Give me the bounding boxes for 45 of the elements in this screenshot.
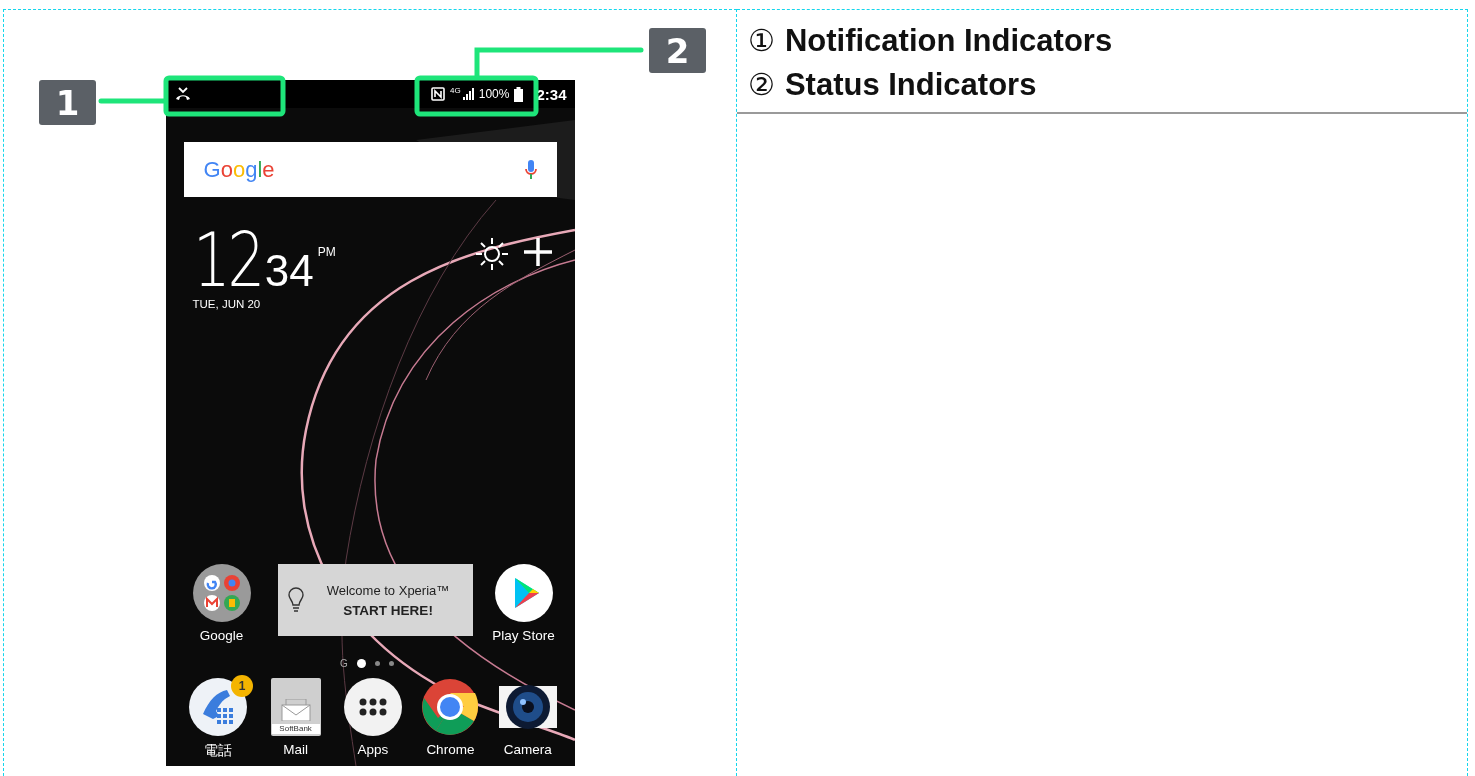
app-grid-icon[interactable]: [344, 678, 402, 736]
page-dot[interactable]: [388, 661, 394, 666]
browser-logo-icon[interactable]: [421, 678, 480, 736]
lightbulb-icon: [287, 587, 304, 613]
notification-badge: 1: [231, 675, 254, 697]
nfc-icon: [431, 87, 446, 101]
sun-icon[interactable]: [474, 237, 509, 271]
app-label: Camera: [503, 742, 552, 757]
search-logo: Google: [203, 156, 276, 183]
microphone-icon[interactable]: [524, 159, 537, 180]
app-label: Mail: [283, 742, 308, 757]
app-label: Play Store: [492, 628, 555, 643]
leader-line: [98, 98, 167, 104]
app-label: Apps: [357, 742, 389, 757]
legend-label: Notification Indicators: [784, 22, 1113, 60]
search-bar[interactable]: Google: [183, 142, 557, 197]
clock-hour: 12: [192, 227, 262, 293]
status-time: 2:34: [536, 85, 567, 103]
welcome-title: Welcome to Xperia™: [326, 582, 450, 598]
network-type: 4G: [450, 85, 461, 95]
battery-icon: [514, 86, 524, 102]
missed-call-icon: [174, 87, 191, 101]
google-page-marker[interactable]: G: [340, 658, 348, 669]
page-dot[interactable]: [356, 659, 366, 668]
start-link[interactable]: START HERE!: [343, 602, 433, 618]
app-label: 電話: [204, 742, 233, 760]
app-label: Google: [199, 628, 244, 643]
legend-label: Status Indicators: [784, 66, 1037, 104]
signal-icon: [462, 88, 474, 100]
plus-icon[interactable]: [522, 237, 553, 267]
welcome-card[interactable]: Welcome to Xperia™ START HERE!: [277, 564, 473, 636]
callout-number: 1: [39, 80, 96, 125]
battery-percent: 100%: [478, 87, 510, 101]
folder-icon[interactable]: [192, 564, 251, 622]
camera-lens-icon[interactable]: [498, 683, 557, 731]
clock-ampm: PM: [317, 245, 336, 259]
mail-envelope-icon[interactable]: SoftBank: [270, 678, 321, 736]
phone-handset-icon[interactable]: [189, 678, 248, 736]
clock-minute: 34: [264, 249, 314, 293]
legend-marker: ①: [748, 22, 775, 60]
legend-marker: ②: [748, 66, 775, 104]
callout-number: 2: [649, 28, 706, 73]
app-label: Chrome: [426, 742, 475, 757]
clock-date: TUE, JUN 20: [192, 298, 262, 310]
page-dot[interactable]: [374, 661, 380, 666]
